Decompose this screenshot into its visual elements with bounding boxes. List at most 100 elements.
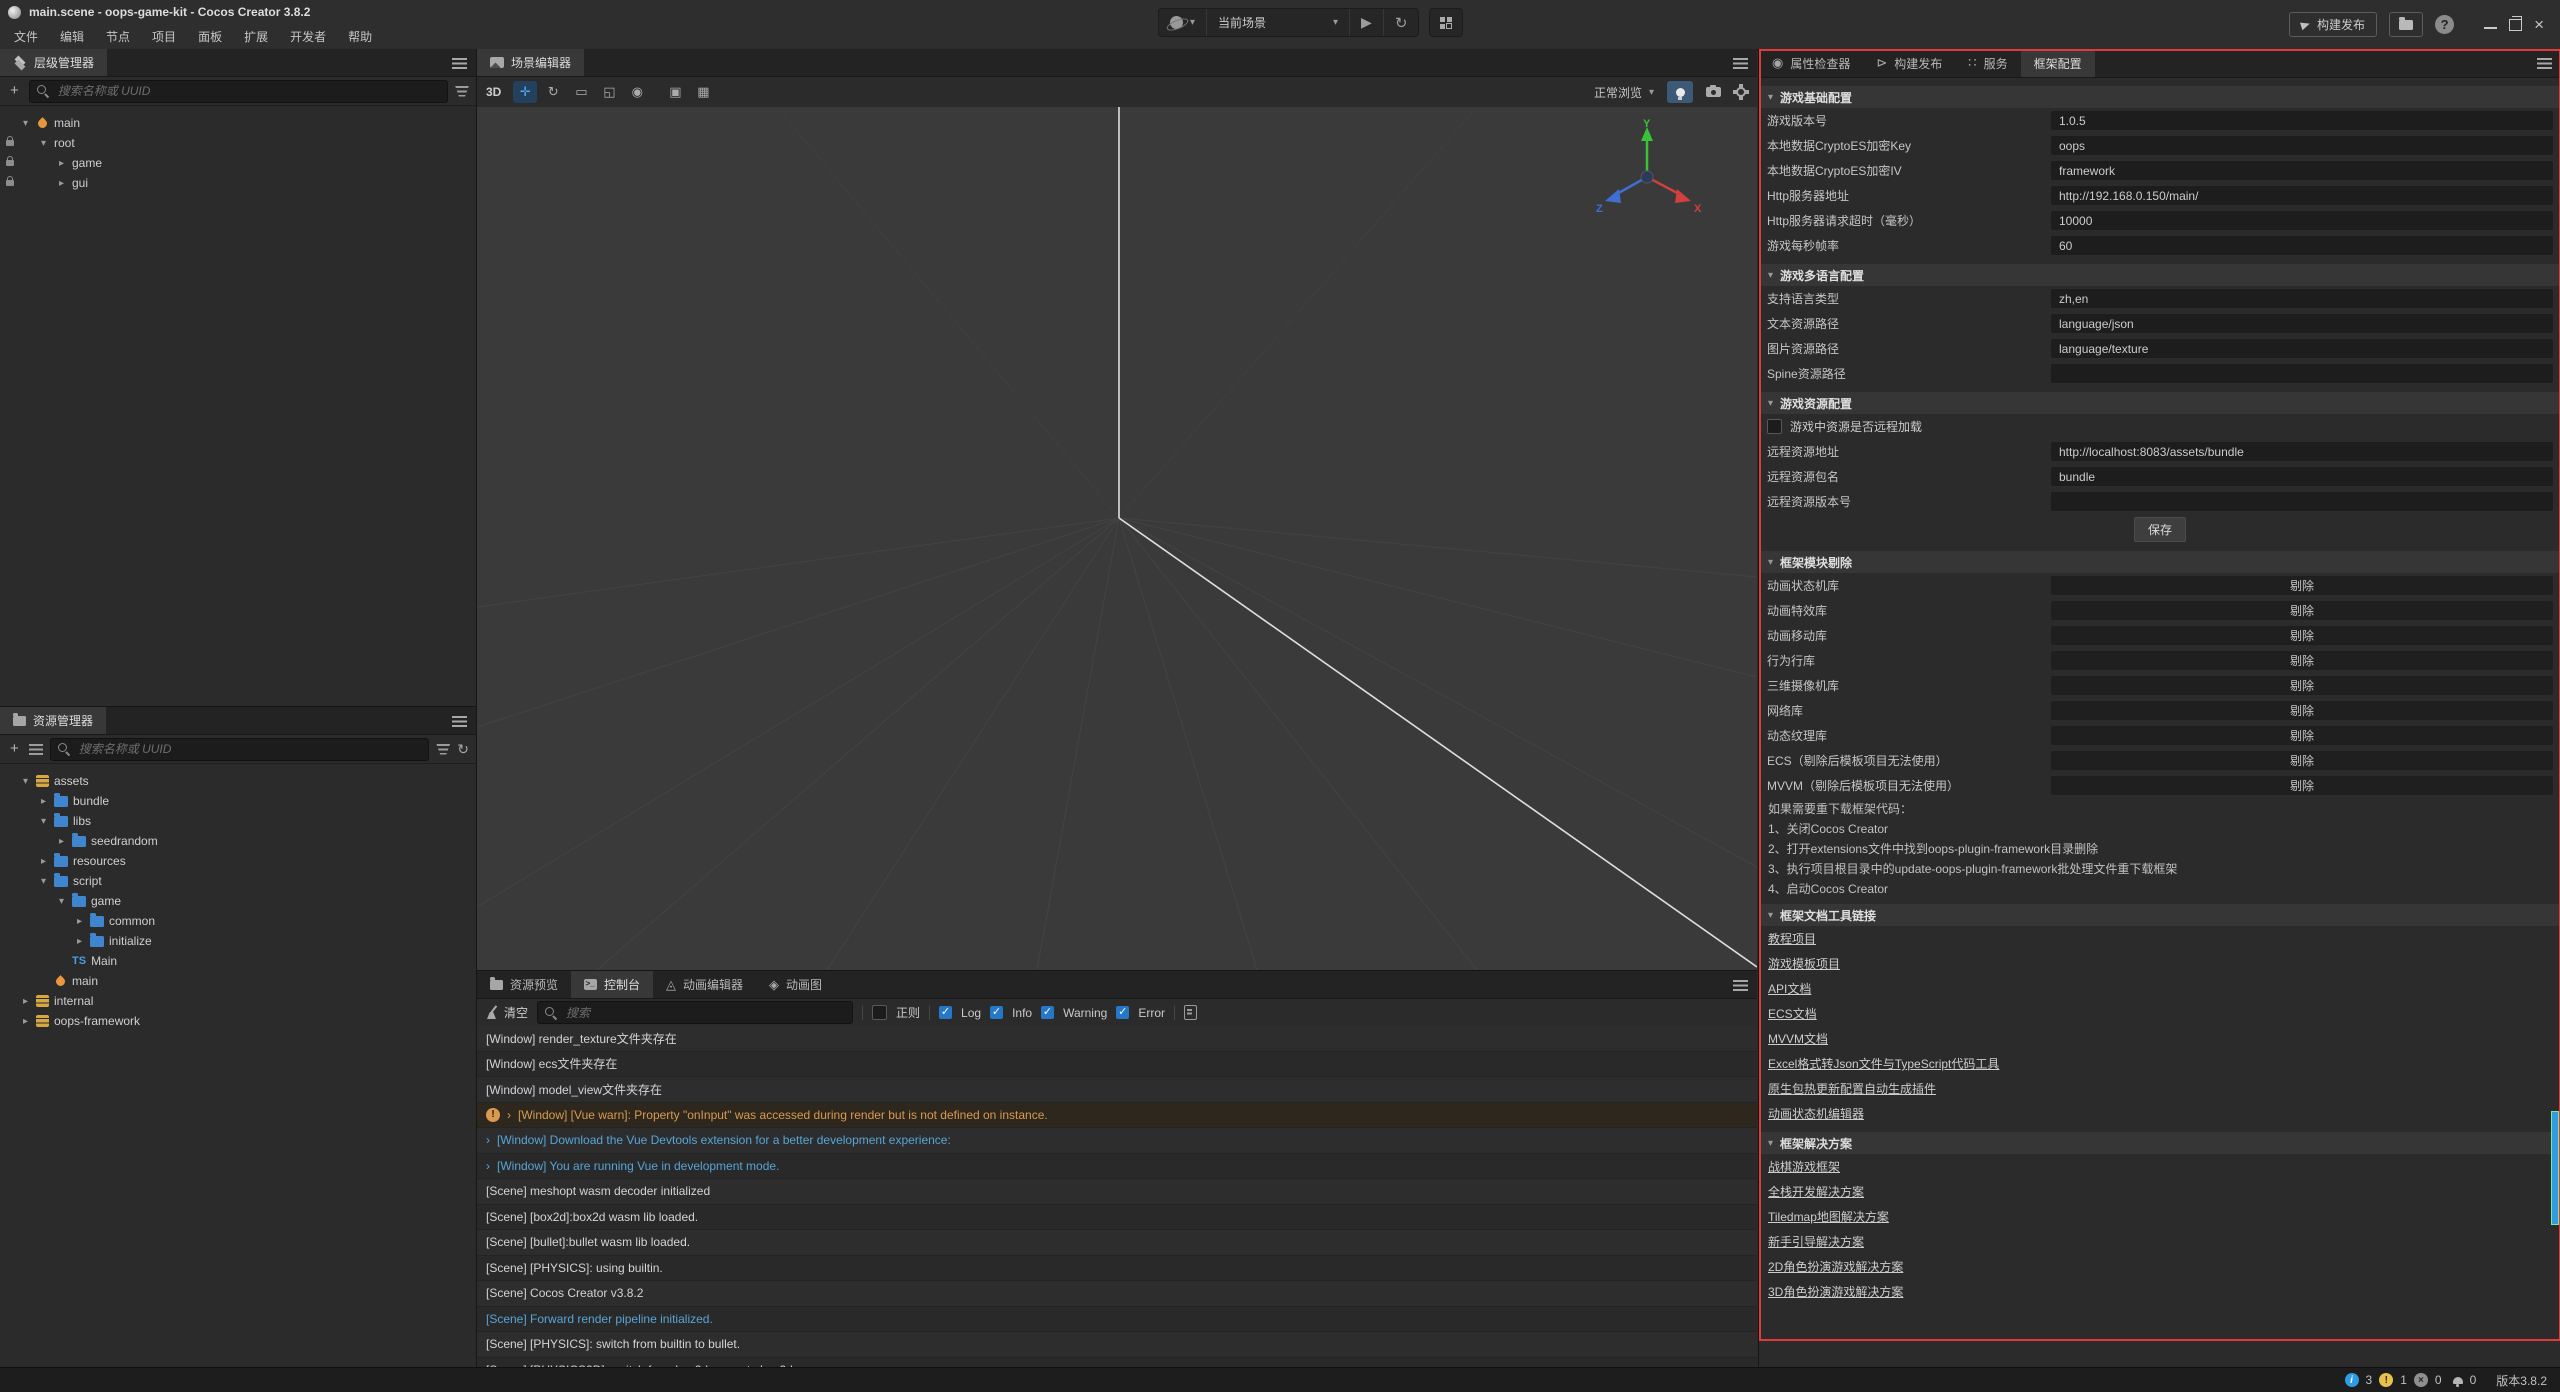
prop-input[interactable] [2051,136,2553,155]
chevron-icon[interactable]: ▾ [38,138,49,149]
camera-settings-button[interactable] [1706,87,1721,97]
tree-node-common[interactable]: ▸common [0,911,476,931]
tab-构建发布[interactable]: ⊳构建发布 [1863,49,1955,77]
tab-动画图[interactable]: ◈动画图 [756,971,835,998]
link-教程项目[interactable]: 教程项目 [1768,930,1816,947]
prop-input[interactable] [2051,211,2553,230]
link-新手引导解决方案[interactable]: 新手引导解决方案 [1768,1233,1864,1250]
link-Excel格式转Json文件与TypeScript代码工具[interactable]: Excel格式转Json文件与TypeScript代码工具 [1768,1055,1999,1072]
tree-node-root[interactable]: ▾root [0,133,476,153]
chevron-icon[interactable]: ▾ [38,816,49,827]
menu-面板[interactable]: 面板 [188,26,232,47]
section-header-游戏资源配置[interactable]: ▾游戏资源配置 [1759,392,2560,414]
tab-hierarchy[interactable]: 层级管理器 [0,49,107,76]
help-button[interactable]: ? [2435,15,2454,34]
tree-node-oops-framework[interactable]: ▸oops-framework [0,1011,476,1031]
link-全栈开发解决方案[interactable]: 全栈开发解决方案 [1768,1183,1864,1200]
remove-button[interactable]: 剔除 [2051,576,2553,595]
axis-gizmo[interactable]: Y X Z [1595,119,1705,229]
tab-服务[interactable]: ∷服务 [1955,49,2020,77]
bell-icon[interactable] [2453,1376,2463,1385]
log-row[interactable]: [Window] ecs文件夹存在 [477,1052,1757,1078]
build-publish-button[interactable]: 构建发布 [2289,12,2377,37]
menu-节点[interactable]: 节点 [96,26,140,47]
refresh-icon[interactable]: ↻ [457,741,469,758]
remove-button[interactable]: 剔除 [2051,776,2553,795]
link-原生包热更新配置自动生成插件[interactable]: 原生包热更新配置自动生成插件 [1768,1080,1936,1097]
remove-button[interactable]: 剔除 [2051,726,2553,745]
chevron-icon[interactable]: ▸ [74,916,85,927]
log-row[interactable]: [Scene] [PHYSICS]: using builtin. [477,1256,1757,1282]
view-mode-dropdown[interactable]: 正常浏览 ▾ [1594,84,1654,101]
log-row[interactable]: !›[Window] [Vue warn]: Property "onInput… [477,1103,1757,1129]
remove-button[interactable]: 剔除 [2051,601,2553,620]
chevron-icon[interactable]: ▾ [38,876,49,887]
warning-count-icon[interactable]: ! [2379,1373,2393,1387]
tree-node-script[interactable]: ▾script [0,871,476,891]
remove-button[interactable]: 剔除 [2051,676,2553,695]
chevron-icon[interactable]: ▾ [20,776,31,787]
tab-assets[interactable]: 资源管理器 [0,707,106,734]
tab-控制台[interactable]: 控制台 [571,971,653,998]
rect-tool-button[interactable]: ▭ [569,81,593,103]
scrollbar-thumb[interactable] [2551,1111,2559,1225]
chevron-icon[interactable]: ▸ [74,936,85,947]
inspector-menu-icon[interactable] [2537,58,2552,69]
link-Tiledmap地图解决方案[interactable]: Tiledmap地图解决方案 [1768,1208,1889,1225]
chevron-icon[interactable]: ▸ [56,158,67,169]
chevron-icon[interactable]: ▸ [56,178,67,189]
log-row[interactable]: [Scene] meshopt wasm decoder initialized [477,1179,1757,1205]
tree-node-libs[interactable]: ▾libs [0,811,476,831]
link-游戏模板项目[interactable]: 游戏模板项目 [1768,955,1840,972]
assets-search-input[interactable] [77,741,422,757]
prop-input[interactable] [2051,314,2553,333]
preview-qr-button[interactable] [1429,8,1463,37]
log-row[interactable]: ›[Window] Download the Vue Devtools exte… [477,1128,1757,1154]
console-search-input[interactable] [564,1005,845,1021]
section-header-框架模块剔除[interactable]: ▾框架模块剔除 [1759,551,2560,573]
menu-文件[interactable]: 文件 [4,26,48,47]
prop-input[interactable] [2051,442,2553,461]
link-ECS文档[interactable]: ECS文档 [1768,1005,1817,1022]
tree-node-seedrandom[interactable]: ▸seedrandom [0,831,476,851]
tree-node-Main[interactable]: TSMain [0,951,476,971]
scene-select-dropdown[interactable]: 当前场景 ▾ [1207,9,1350,36]
log-file-icon[interactable] [1184,1005,1197,1020]
tree-node-main[interactable]: ▾main [0,113,476,133]
pivot-tool-button[interactable]: ◉ [625,81,649,103]
tab-资源预览[interactable]: 资源预览 [477,971,571,998]
filter-checkbox-Log[interactable] [939,1006,952,1019]
hierarchy-search-input[interactable] [56,83,440,99]
prop-input[interactable] [2051,161,2553,180]
local-space-toggle[interactable]: ▣ [663,81,687,103]
remove-button[interactable]: 剔除 [2051,626,2553,645]
tree-node-game[interactable]: ▸game [0,153,476,173]
snap-toggle[interactable]: ▦ [691,81,715,103]
filter-checkbox-Error[interactable] [1116,1006,1129,1019]
section-header-游戏多语言配置[interactable]: ▾游戏多语言配置 [1759,264,2560,286]
chevron-icon[interactable]: ▸ [20,996,31,1007]
remove-button[interactable]: 剔除 [2051,651,2553,670]
preview-platform-dropdown[interactable]: ▾ [1159,9,1207,36]
prop-input[interactable] [2051,111,2553,130]
move-tool-button[interactable]: ✛ [513,81,537,103]
log-row[interactable]: [Window] render_texture文件夹存在 [477,1026,1757,1052]
tab-scene-editor[interactable]: 场景编辑器 [477,49,584,76]
console-menu-icon[interactable] [1733,980,1748,991]
prop-input[interactable] [2051,492,2553,511]
link-战棋游戏框架[interactable]: 战棋游戏框架 [1768,1158,1840,1175]
prop-input[interactable] [2051,236,2553,255]
link-API文档[interactable]: API文档 [1768,980,1811,997]
tree-node-game[interactable]: ▾game [0,891,476,911]
regex-checkbox[interactable] [872,1005,887,1020]
menu-开发者[interactable]: 开发者 [280,26,336,47]
tree-node-initialize[interactable]: ▸initialize [0,931,476,951]
section-header-游戏基础配置[interactable]: ▾游戏基础配置 [1759,86,2560,108]
expand-chevron-icon[interactable]: › [507,1108,511,1122]
tree-node-gui[interactable]: ▸gui [0,173,476,193]
log-row[interactable]: [Scene] Forward render pipeline initiali… [477,1307,1757,1333]
play-button[interactable]: ▶ [1350,9,1384,36]
scene-viewport[interactable]: Y X Z [477,107,1757,970]
chevron-icon[interactable]: ▸ [56,836,67,847]
tab-属性检查器[interactable]: ◉属性检查器 [1759,49,1863,77]
